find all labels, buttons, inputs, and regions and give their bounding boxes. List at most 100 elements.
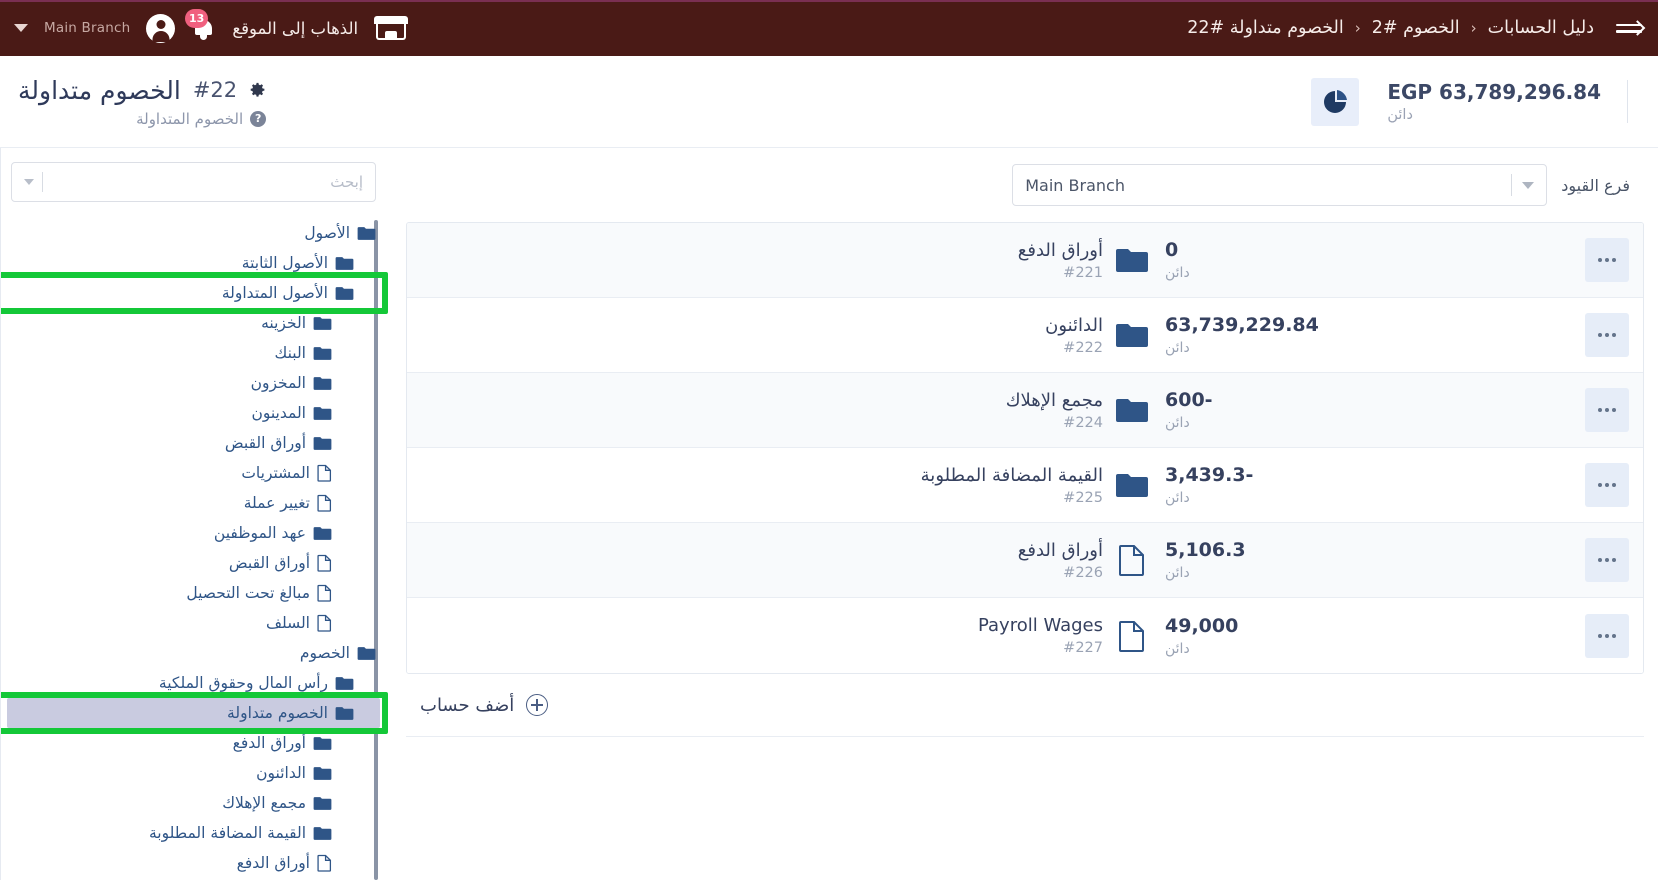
- table-row[interactable]: 0 دائن أوراق الدفع #221: [407, 223, 1643, 298]
- row-amount: 5,106.3: [1165, 539, 1246, 561]
- row-amount: 63,739,229.84: [1165, 314, 1319, 336]
- row-amount-type: دائن: [1165, 490, 1190, 506]
- page-title-number: #22: [192, 78, 238, 102]
- accounts-table: 0 دائن أوراق الدفع #221 63,739,229.84 دا…: [406, 222, 1644, 674]
- file-icon: [317, 584, 332, 602]
- row-account-code: #227: [1063, 640, 1103, 656]
- tree-scroll-area[interactable]: الأصول الأصول الثابتة الأصول المتداولة الخز…: [1, 212, 390, 880]
- row-account-name: الدائنون: [1045, 314, 1103, 336]
- file-icon: [1103, 620, 1161, 652]
- branch-filter-label: فرع القيود: [1561, 175, 1630, 195]
- add-account-label: أضف حساب: [420, 694, 515, 716]
- page-title-text: الخصوم متداولة: [18, 75, 181, 105]
- table-row[interactable]: 3,439.3- دائن القيمة المضافة المطلوبة #2…: [407, 448, 1643, 523]
- tree-item[interactable]: المدينون: [7, 398, 380, 428]
- folder-icon: [357, 646, 376, 661]
- folder-icon: [1103, 322, 1161, 349]
- folder-icon: [313, 736, 332, 751]
- folder-icon: [313, 796, 332, 811]
- folder-icon: [1103, 397, 1161, 424]
- tree-item[interactable]: الأصول المتداولة: [1, 272, 388, 314]
- table-row[interactable]: 63,739,229.84 دائن الدائنون #222: [407, 298, 1643, 373]
- folder-icon: [1103, 247, 1161, 274]
- tree-item[interactable]: المشتريات: [7, 458, 380, 488]
- page-subtitle: الخصوم المتداولة: [136, 109, 244, 128]
- file-icon: [317, 554, 332, 572]
- breadcrumb-separator-icon: ‹: [1470, 19, 1477, 37]
- row-amount-block: 5,106.3 دائن: [1161, 539, 1581, 581]
- help-circle-icon[interactable]: ?: [250, 110, 267, 127]
- tree-item[interactable]: أوراق الدفع: [7, 848, 380, 878]
- file-icon: [317, 494, 332, 512]
- menu-toggle-icon[interactable]: [1608, 14, 1646, 42]
- tree-item-label: الأصول المتداولة: [221, 284, 328, 302]
- chevron-down-icon[interactable]: [24, 179, 34, 185]
- tree-item[interactable]: القيمة المضافة المطلوبة: [7, 818, 380, 848]
- row-account-name: أوراق الدفع: [1017, 239, 1103, 261]
- tree-item[interactable]: السلف: [7, 608, 380, 638]
- row-amount-type: دائن: [1165, 415, 1190, 431]
- tree-item[interactable]: الأصول الثابتة: [7, 248, 380, 278]
- row-menu-button[interactable]: [1585, 313, 1629, 357]
- table-row[interactable]: 5,106.3 دائن أوراق الدفع #226: [407, 523, 1643, 598]
- plus-circle-icon: [526, 694, 549, 716]
- tree-item[interactable]: الأصول: [7, 218, 380, 248]
- tree-item[interactable]: رأس المال وحقوق الملكية: [7, 668, 380, 698]
- tree-item[interactable]: البنك: [7, 338, 380, 368]
- storefront-icon[interactable]: [374, 16, 409, 40]
- notifications-button[interactable]: 13: [185, 8, 216, 41]
- tree-item[interactable]: الخصوم متداولة: [1, 692, 388, 734]
- breadcrumb-separator-icon: ‹: [1354, 19, 1361, 37]
- tree-item[interactable]: الدائنون: [7, 758, 380, 788]
- table-row[interactable]: 600- دائن مجمع الإهلاك #224: [407, 373, 1643, 448]
- goto-site-link[interactable]: الذهاب إلى الموقع: [232, 19, 358, 38]
- tree-item[interactable]: الخصوم: [7, 638, 380, 668]
- breadcrumb-item-root[interactable]: دليل الحسابات: [1488, 18, 1594, 38]
- row-name-block: أوراق الدفع #221: [419, 240, 1103, 281]
- page-title-block: #22 الخصوم متداولة ? الخصوم المتداولة: [18, 75, 267, 128]
- select-divider: [1511, 174, 1513, 196]
- topbar-left-group: الذهاب إلى الموقع 13 Main Branch: [10, 8, 409, 43]
- tree-item[interactable]: أوراق القبض: [7, 548, 380, 578]
- tree-item-label: تغيير عملة: [243, 494, 310, 512]
- row-menu-button[interactable]: [1585, 613, 1629, 658]
- topbar-right-group: دليل الحسابات ‹ الخصوم #2 ‹ الخصوم متداو…: [1187, 14, 1646, 42]
- folder-icon: [313, 436, 332, 451]
- tree-item[interactable]: عهد الموظفين: [7, 518, 380, 548]
- tree-item-label: الدائنون: [256, 764, 306, 782]
- folder-icon: [313, 766, 332, 781]
- folder-icon: [313, 346, 332, 361]
- chevron-down-icon: [1522, 181, 1535, 189]
- row-menu-button[interactable]: [1585, 238, 1629, 282]
- breadcrumb-item-parent[interactable]: الخصوم #2: [1372, 18, 1460, 38]
- tree-item[interactable]: تغيير عملة: [7, 488, 380, 518]
- search-input[interactable]: [51, 173, 363, 191]
- gear-icon[interactable]: [249, 82, 266, 99]
- breadcrumb-item-current[interactable]: الخصوم متداولة #22: [1187, 18, 1343, 38]
- row-menu-button[interactable]: [1585, 538, 1629, 582]
- row-menu-button[interactable]: [1585, 388, 1629, 432]
- file-icon: [317, 614, 332, 632]
- tree-item-label: الخزينه: [261, 314, 306, 332]
- branch-filter-row: فرع القيود Main Branch: [406, 162, 1644, 206]
- page-subtitle-row: ? الخصوم المتداولة: [18, 109, 267, 128]
- row-amount-block: 0 دائن: [1161, 239, 1581, 281]
- tree-item[interactable]: المخزون: [7, 368, 380, 398]
- page-header: EGP 63,789,296.84 دائن #22 الخصوم متداول…: [0, 56, 1658, 148]
- row-menu-button[interactable]: [1585, 463, 1629, 507]
- search-box[interactable]: [11, 162, 376, 202]
- chevron-down-icon[interactable]: [14, 24, 28, 32]
- tree-item[interactable]: أوراق الدفع: [7, 728, 380, 758]
- user-avatar-icon[interactable]: [146, 13, 176, 43]
- tree-item-label: عهد الموظفين: [213, 524, 306, 542]
- branch-filter-select[interactable]: Main Branch: [1012, 164, 1548, 206]
- tree-item[interactable]: مجمع الإهلاك: [7, 788, 380, 818]
- tree-item[interactable]: الخزينه: [7, 308, 380, 338]
- row-account-name: أوراق الدفع: [1017, 539, 1103, 561]
- tree-item[interactable]: مبالغ تحت التحصيل: [7, 578, 380, 608]
- tree-item[interactable]: أوراق القبض: [7, 428, 380, 458]
- table-row[interactable]: 49,000 دائن Payroll Wages #227: [407, 598, 1643, 673]
- add-account-button[interactable]: أضف حساب: [420, 694, 549, 716]
- row-account-name: Payroll Wages: [977, 615, 1103, 636]
- row-name-block: الدائنون #222: [419, 315, 1103, 356]
